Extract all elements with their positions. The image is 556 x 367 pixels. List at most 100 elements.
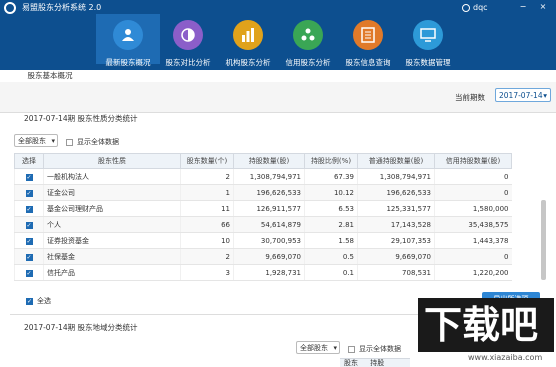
row-checkbox[interactable]: ✓ <box>14 232 44 249</box>
header-count[interactable]: 股东数量(个) <box>180 153 234 169</box>
cell-normal-shares: 708,531 <box>357 264 435 281</box>
cell-count: 2 <box>180 168 234 185</box>
cell-shares: 126,911,577 <box>233 200 305 217</box>
show-all-label: 显示全体数据 <box>77 138 119 146</box>
cell-ratio: 0.5 <box>304 248 358 265</box>
nav-label: 机构股东分析 <box>225 58 271 67</box>
user-icon <box>462 4 470 12</box>
holder-nature-table: 选择 股东性质 股东数量(个) 持股数量(股) 持股比例(%) 普通持股数量(股… <box>14 153 512 281</box>
cell-credit-shares: 1,220,200 <box>434 264 512 281</box>
checkbox-icon <box>348 345 355 353</box>
table-row[interactable]: ✓ 基金公司理财产品 11 126,911,577 6.53 125,331,5… <box>14 200 512 217</box>
minimize-button[interactable]: − <box>518 2 528 12</box>
checkmark-icon: ✓ <box>25 269 33 277</box>
cell-ratio: 10.12 <box>304 184 358 201</box>
cell-nature: 信托产品 <box>43 264 181 281</box>
header-nature[interactable]: 股东性质 <box>43 153 181 169</box>
checkmark-icon: ✓ <box>25 205 33 213</box>
cell-normal-shares: 125,331,577 <box>357 200 435 217</box>
cell-shares: 1,928,731 <box>233 264 305 281</box>
cell-normal-shares: 29,107,353 <box>357 232 435 249</box>
period-value: 2017-07-14 <box>499 91 543 100</box>
table-row[interactable]: ✓ 社保基金 2 9,669,070 0.5 9,669,070 0 <box>14 248 512 265</box>
people-icon <box>113 20 143 50</box>
cell-normal-shares: 9,669,070 <box>357 248 435 265</box>
region-filter-select[interactable]: 全部股东 ▾ <box>296 341 340 354</box>
row-checkbox[interactable]: ✓ <box>14 248 44 265</box>
checkmark-icon: ✓ <box>25 173 33 181</box>
cell-credit-shares: 0 <box>434 248 512 265</box>
cell-shares: 54,614,879 <box>233 216 305 233</box>
contrast-icon <box>173 20 203 50</box>
table-row[interactable]: ✓ 证券投资基金 10 30,700,953 1.58 29,107,353 1… <box>14 232 512 249</box>
header-ratio[interactable]: 持股比例(%) <box>304 153 358 169</box>
nav-credit-analysis[interactable]: 信用股东分析 <box>278 20 338 68</box>
row-checkbox[interactable]: ✓ <box>14 184 44 201</box>
cell-credit-shares: 0 <box>434 168 512 185</box>
monitor-icon <box>413 20 443 50</box>
nav-data-management[interactable]: 股东数据管理 <box>398 20 458 68</box>
show-all-checkbox[interactable]: 显示全体数据 <box>66 137 119 147</box>
nav-latest-overview[interactable]: 最新股东概况 <box>96 14 160 68</box>
cell-nature: 个人 <box>43 216 181 233</box>
app-title: 易盟股东分析系统 2.0 <box>22 3 102 12</box>
cell-credit-shares: 35,438,575 <box>434 216 512 233</box>
cell-shares: 196,626,533 <box>233 184 305 201</box>
table-header-row: 选择 股东性质 股东数量(个) 持股数量(股) 持股比例(%) 普通持股数量(股… <box>14 153 512 169</box>
nav-institution-analysis[interactable]: 机构股东分析 <box>218 20 278 68</box>
period-label: 当前期数 <box>455 93 485 102</box>
chevron-down-icon: ▾ <box>333 344 337 352</box>
cell-normal-shares: 1,308,794,971 <box>357 168 435 185</box>
filter-value: 全部股东 <box>18 137 46 145</box>
cell-normal-shares: 196,626,533 <box>357 184 435 201</box>
checkbox-icon <box>66 138 73 146</box>
close-button[interactable]: × <box>538 2 548 12</box>
cell-count: 3 <box>180 264 234 281</box>
cell-ratio: 0.1 <box>304 264 358 281</box>
chevron-down-icon: ▾ <box>51 137 55 145</box>
user-menu[interactable]: dqc <box>462 3 488 13</box>
row-checkbox[interactable]: ✓ <box>14 264 44 281</box>
select-all-checkbox[interactable]: ✓ 全选 <box>26 296 51 306</box>
header-credit-shares[interactable]: 信用持股数量(股) <box>434 153 512 169</box>
header-select[interactable]: 选择 <box>14 153 44 169</box>
table-row[interactable]: ✓ 信托产品 3 1,928,731 0.1 708,531 1,220,200 <box>14 264 512 281</box>
nav-label: 股东数据管理 <box>405 58 451 67</box>
filter-value: 全部股东 <box>300 344 328 352</box>
table-row[interactable]: ✓ 个人 66 54,614,879 2.81 17,143,528 35,43… <box>14 216 512 233</box>
table-scrollbar[interactable] <box>541 200 546 280</box>
cell-credit-shares: 1,580,000 <box>434 200 512 217</box>
bar-chart-icon <box>233 20 263 50</box>
cell-count: 2 <box>180 248 234 265</box>
nav-label: 最新股东概况 <box>105 58 151 67</box>
row-checkbox[interactable]: ✓ <box>14 200 44 217</box>
table-row[interactable]: ✓ 一般机构法人 2 1,308,794,971 67.39 1,308,794… <box>14 168 512 185</box>
header-shares[interactable]: 持股数量(股) <box>233 153 305 169</box>
cell-normal-shares: 17,143,528 <box>357 216 435 233</box>
nav-label: 股东信息查询 <box>345 58 391 67</box>
table-row[interactable]: ✓ 证金公司 1 196,626,533 10.12 196,626,533 0 <box>14 184 512 201</box>
chevron-down-icon: ▾ <box>543 91 547 100</box>
row-checkbox[interactable]: ✓ <box>14 216 44 233</box>
region-show-all-checkbox[interactable]: 显示全体数据 <box>348 344 401 354</box>
row-checkbox[interactable]: ✓ <box>14 168 44 185</box>
checkmark-icon: ✓ <box>25 253 33 261</box>
watermark: 下载吧 www.xiazaiba.com <box>418 298 554 364</box>
header-normal-shares[interactable]: 普通持股数量(股) <box>357 153 435 169</box>
nav-info-query[interactable]: 股东信息查询 <box>338 20 398 68</box>
watermark-text: 下载吧 <box>424 303 539 347</box>
nav-holder-comparison[interactable]: 股东对比分析 <box>158 20 218 68</box>
cell-count: 10 <box>180 232 234 249</box>
cell-ratio: 67.39 <box>304 168 358 185</box>
holder-filter-select[interactable]: 全部股东 ▾ <box>14 134 58 147</box>
cell-shares: 9,669,070 <box>233 248 305 265</box>
cell-count: 11 <box>180 200 234 217</box>
checkmark-icon: ✓ <box>26 297 33 305</box>
cell-nature: 证券投资基金 <box>43 232 181 249</box>
period-select[interactable]: 2017-07-14 ▾ <box>495 88 551 102</box>
cell-shares: 1,308,794,971 <box>233 168 305 185</box>
document-icon <box>353 20 383 50</box>
cell-count: 1 <box>180 184 234 201</box>
cell-ratio: 1.58 <box>304 232 358 249</box>
region-show-all-label: 显示全体数据 <box>359 345 401 353</box>
